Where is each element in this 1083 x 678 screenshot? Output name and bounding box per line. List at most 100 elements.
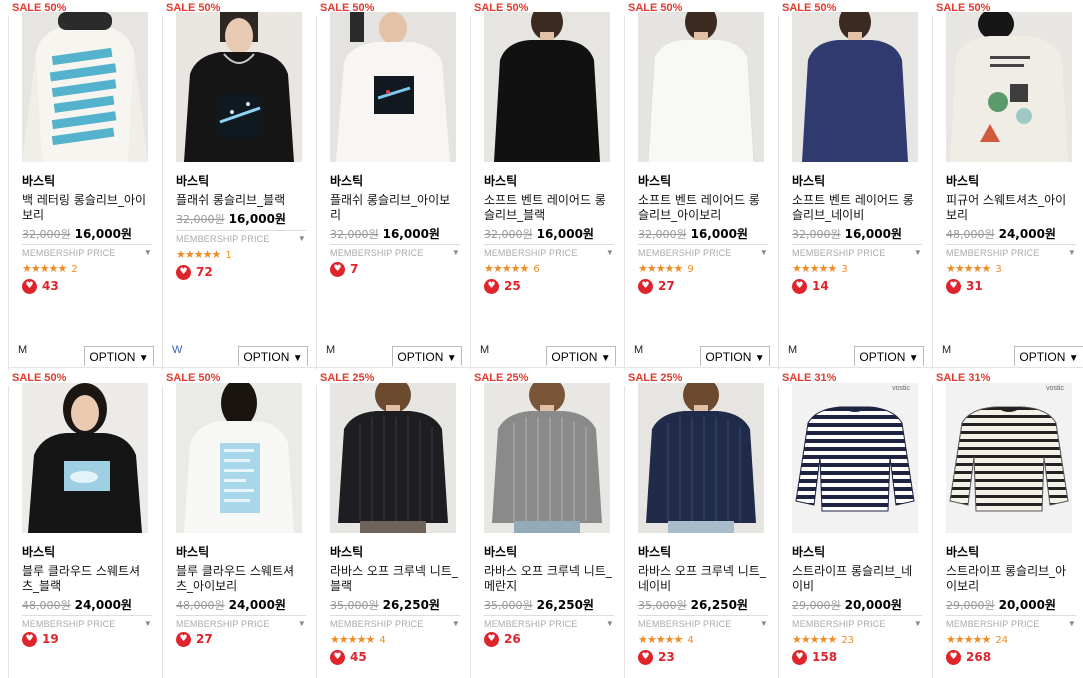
product-name[interactable]: 피규어 스웨트셔츠_아이보리 — [946, 193, 1074, 223]
heart-icon: ♥ — [946, 650, 961, 665]
like-count[interactable]: ♥ 72 — [176, 265, 213, 280]
like-count[interactable]: ♥ 26 — [484, 632, 521, 647]
product-card[interactable]: SALE 50% 바스틱 블루 클라우드 스웨트셔츠_아이보리 48,000원 2… — [162, 370, 316, 678]
option-button[interactable]: OPTION ▼ — [238, 346, 308, 366]
product-card[interactable]: SALE 50% 바스틱 소프트 벤트 레이어드 롱슬리브_네이비 32,000… — [778, 0, 932, 367]
membership-price[interactable]: MEMBERSHIP PRICE ▼ — [176, 230, 306, 244]
like-count[interactable]: ♥ 45 — [330, 650, 367, 665]
product-image[interactable] — [638, 383, 764, 533]
product-image[interactable] — [792, 12, 918, 162]
like-count[interactable]: ♥ 27 — [176, 632, 213, 647]
membership-price[interactable]: MEMBERSHIP PRICE ▼ — [946, 615, 1076, 629]
like-count[interactable]: ♥ 23 — [638, 650, 675, 665]
product-card[interactable]: SALE 31% vostic 바스틱 스트라이프 롱슬리브_아이보리 29,0… — [932, 370, 1083, 678]
product-card[interactable]: SALE 50% 바스틱 플래쉬 롱슬리브_블랙 32,000원 16,000원 … — [162, 0, 316, 367]
option-button[interactable]: OPTION ▼ — [700, 346, 770, 366]
product-name[interactable]: 소프트 벤트 레이어드 롱슬리브_아이보리 — [638, 193, 766, 223]
heart-icon: ♥ — [330, 650, 345, 665]
product-image[interactable] — [484, 12, 610, 162]
product-card[interactable]: SALE 25% 바스틱 라바스 오프 크루넥 니트_블랙 35,000원 26,… — [316, 370, 470, 678]
option-button[interactable]: OPTION ▼ — [84, 346, 154, 366]
product-image[interactable] — [176, 383, 302, 533]
price: 32,000원 16,000원 — [484, 225, 594, 242]
like-count[interactable]: ♥ 268 — [946, 650, 991, 665]
divider — [8, 367, 1083, 368]
product-name[interactable]: 플래쉬 롱슬리브_아이보리 — [330, 193, 458, 223]
like-count[interactable]: ♥ 7 — [330, 262, 358, 277]
product-name[interactable]: 소프트 벤트 레이어드 롱슬리브_블랙 — [484, 193, 612, 223]
membership-price[interactable]: MEMBERSHIP PRICE ▼ — [638, 244, 768, 258]
original-price: 32,000원 — [176, 213, 225, 226]
original-price: 35,000원 — [330, 599, 379, 612]
product-image[interactable] — [946, 12, 1072, 162]
product-image[interactable]: vostic — [792, 383, 918, 533]
product-name[interactable]: 플래쉬 롱슬리브_블랙 — [176, 193, 304, 208]
membership-price[interactable]: MEMBERSHIP PRICE ▼ — [946, 244, 1076, 258]
product-card[interactable]: SALE 25% 바스틱 라바스 오프 크루넥 니트_네이비 35,000원 26… — [624, 370, 778, 678]
membership-price[interactable]: MEMBERSHIP PRICE ▼ — [22, 244, 152, 258]
caret-down-icon: ▼ — [446, 353, 457, 364]
option-button[interactable]: OPTION ▼ — [392, 346, 462, 366]
product-name[interactable]: 블루 클라우드 스웨트셔츠_아이보리 — [176, 564, 304, 594]
like-count[interactable]: ♥ 25 — [484, 279, 521, 294]
membership-price[interactable]: MEMBERSHIP PRICE ▼ — [330, 244, 460, 258]
membership-price[interactable]: MEMBERSHIP PRICE ▼ — [638, 615, 768, 629]
chevron-down-icon: ▼ — [451, 619, 460, 628]
product-image[interactable] — [22, 383, 148, 533]
product-image[interactable] — [638, 12, 764, 162]
product-image[interactable]: vostic — [946, 383, 1072, 533]
star-rating-icon: ★★★★★ — [176, 248, 221, 261]
product-card[interactable]: SALE 50% 바스틱 블루 클라우드 스웨트셔츠_블랙 48,000원 24,… — [8, 370, 162, 678]
option-button[interactable]: OPTION ▼ — [1014, 346, 1083, 366]
sale-price: 16,000원 — [74, 227, 132, 241]
sale-price: 16,000원 — [228, 212, 286, 226]
chevron-down-icon: ▼ — [913, 619, 922, 628]
membership-price[interactable]: MEMBERSHIP PRICE ▼ — [792, 244, 922, 258]
product-card[interactable]: SALE 31% vostic 바스틱 스트라이프 롱슬리브_네이비 29,00… — [778, 370, 932, 678]
like-count[interactable]: ♥ 31 — [946, 279, 983, 294]
product-image[interactable] — [22, 12, 148, 162]
product-card[interactable]: SALE 50% 바스틱 소프트 벤트 레이어드 롱슬리브_블랙 32,000원… — [470, 0, 624, 367]
like-count[interactable]: ♥ 158 — [792, 650, 837, 665]
product-image[interactable] — [330, 12, 456, 162]
product-name[interactable]: 라바스 오프 크루넥 니트_블랙 — [330, 564, 458, 594]
option-button[interactable]: OPTION ▼ — [854, 346, 924, 366]
product-name[interactable]: 소프트 벤트 레이어드 롱슬리브_네이비 — [792, 193, 920, 223]
like-count[interactable]: ♥ 14 — [792, 279, 829, 294]
membership-price[interactable]: MEMBERSHIP PRICE ▼ — [484, 244, 614, 258]
heart-icon: ♥ — [638, 279, 653, 294]
product-card[interactable]: SALE 50% 바스틱 백 레터링 롱슬리브_아이보리 32,000원 16,0… — [8, 0, 162, 367]
brand-tag: vostic — [892, 385, 910, 392]
product-card[interactable]: SALE 25% 바스틱 라바스 오프 크루넥 니트_메란지 35,000원 26… — [470, 370, 624, 678]
product-name[interactable]: 스트라이프 롱슬리브_아이보리 — [946, 564, 1074, 594]
product-name[interactable]: 라바스 오프 크루넥 니트_네이비 — [638, 564, 766, 594]
review-count: 2 — [71, 264, 78, 275]
product-card[interactable]: SALE 50% 바스틱 피규어 스웨트셔츠_아이보리 48,000원 24,00… — [932, 0, 1083, 367]
product-name[interactable]: 스트라이프 롱슬리브_네이비 — [792, 564, 920, 594]
product-name[interactable]: 라바스 오프 크루넥 니트_메란지 — [484, 564, 612, 594]
product-card[interactable]: SALE 50% 바스틱 플래쉬 롱슬리브_아이보리 32,000원 16,000… — [316, 0, 470, 367]
brand-name: 바스틱 — [22, 174, 56, 188]
caret-down-icon: ▼ — [908, 353, 919, 364]
like-count[interactable]: ♥ 19 — [22, 632, 59, 647]
product-name[interactable]: 백 레터링 롱슬리브_아이보리 — [22, 193, 150, 223]
membership-price[interactable]: MEMBERSHIP PRICE ▼ — [330, 615, 460, 629]
option-button[interactable]: OPTION ▼ — [546, 346, 616, 366]
membership-price[interactable]: MEMBERSHIP PRICE ▼ — [792, 615, 922, 629]
review-count: 3 — [841, 264, 848, 275]
product-card[interactable]: SALE 50% 바스틱 소프트 벤트 레이어드 롱슬리브_아이보리 32,00… — [624, 0, 778, 367]
product-image[interactable] — [484, 383, 610, 533]
brand-name: 바스틱 — [946, 174, 980, 188]
membership-price[interactable]: MEMBERSHIP PRICE ▼ — [22, 615, 152, 629]
product-name[interactable]: 블루 클라우드 스웨트셔츠_블랙 — [22, 564, 150, 594]
product-image[interactable] — [176, 12, 302, 162]
original-price: 29,000원 — [792, 599, 841, 612]
product-image[interactable] — [330, 383, 456, 533]
like-count[interactable]: ♥ 27 — [638, 279, 675, 294]
heart-icon: ♥ — [176, 632, 191, 647]
membership-price[interactable]: MEMBERSHIP PRICE ▼ — [484, 615, 614, 629]
sale-price: 16,000원 — [844, 227, 902, 241]
like-count[interactable]: ♥ 43 — [22, 279, 59, 294]
membership-price[interactable]: MEMBERSHIP PRICE ▼ — [176, 615, 306, 629]
price: 35,000원 26,250원 — [638, 596, 748, 613]
